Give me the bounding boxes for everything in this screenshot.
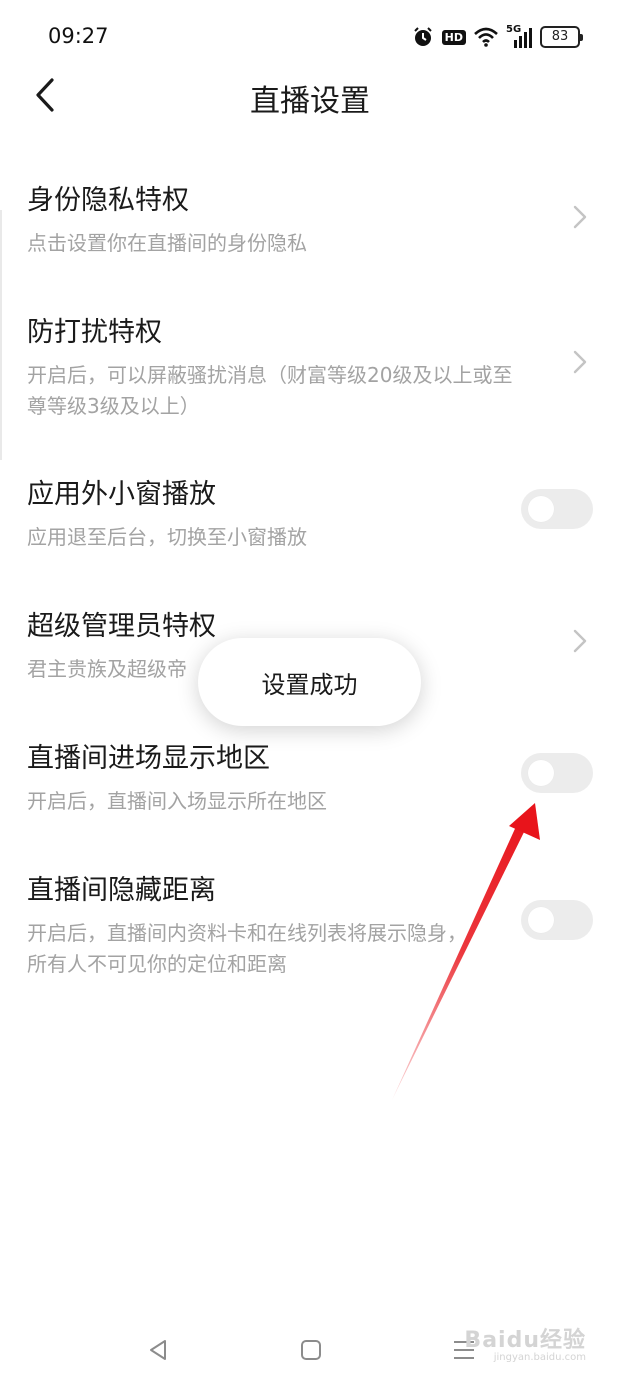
setting-identity-privacy[interactable]: 身份隐私特权 点击设置你在直播间的身份隐私 bbox=[0, 178, 620, 278]
hide-distance-toggle[interactable] bbox=[521, 900, 593, 940]
setting-description: 开启后，直播间入场显示所在地区 bbox=[27, 789, 327, 813]
entry-region-toggle[interactable] bbox=[521, 753, 593, 793]
setting-description: 点击设置你在直播间的身份隐私 bbox=[27, 231, 307, 255]
chevron-right-icon bbox=[573, 205, 587, 229]
nav-home-button[interactable] bbox=[291, 1330, 331, 1370]
setting-description: 开启后，直播间内资料卡和在线列表将展示隐身，所有人不可见你的定位和距离 bbox=[27, 921, 467, 976]
toggle-knob bbox=[528, 760, 554, 786]
toast-message: 设置成功 bbox=[198, 638, 421, 726]
alarm-icon bbox=[412, 26, 434, 48]
chevron-right-icon bbox=[573, 350, 587, 374]
back-triangle-icon bbox=[150, 1340, 166, 1360]
header: 直播设置 bbox=[0, 60, 620, 130]
setting-description: 应用退至后台，切换至小窗播放 bbox=[27, 525, 307, 549]
setting-title: 身份隐私特权 bbox=[27, 185, 189, 216]
wifi-icon bbox=[474, 27, 498, 47]
setting-entry-region: 直播间进场显示地区 开启后，直播间入场显示所在地区 bbox=[0, 736, 620, 836]
chevron-right-icon bbox=[573, 629, 587, 653]
setting-pip-playback: 应用外小窗播放 应用退至后台，切换至小窗播放 bbox=[0, 472, 620, 572]
toggle-knob bbox=[528, 496, 554, 522]
toggle-knob bbox=[528, 907, 554, 933]
setting-title: 超级管理员特权 bbox=[27, 611, 216, 642]
status-time: 09:27 bbox=[48, 24, 109, 48]
5g-signal-icon: 5G bbox=[506, 24, 532, 48]
setting-title: 直播间隐藏距离 bbox=[27, 875, 216, 906]
setting-title: 应用外小窗播放 bbox=[27, 479, 216, 510]
setting-title: 防打扰特权 bbox=[27, 317, 162, 348]
page-title: 直播设置 bbox=[250, 84, 370, 119]
battery-indicator: 83 bbox=[540, 26, 583, 48]
status-icons: HD 5G 83 bbox=[412, 24, 583, 50]
pip-playback-toggle[interactable] bbox=[521, 489, 593, 529]
setting-hide-distance: 直播间隐藏距离 开启后，直播间内资料卡和在线列表将展示隐身，所有人不可见你的定位… bbox=[0, 868, 620, 988]
watermark: Baidu经验 jingyan.baidu.com bbox=[464, 1322, 586, 1363]
setting-description: 开启后，可以屏蔽骚扰消息（财富等级20级及以上或至尊等级3级及以上） bbox=[27, 363, 513, 418]
home-square-icon bbox=[301, 1340, 321, 1360]
setting-do-not-disturb[interactable]: 防打扰特权 开启后，可以屏蔽骚扰消息（财富等级20级及以上或至尊等级3级及以上） bbox=[0, 310, 620, 430]
setting-title: 直播间进场显示地区 bbox=[27, 743, 270, 774]
hd-icon: HD bbox=[441, 29, 466, 45]
nav-back-button[interactable] bbox=[138, 1330, 178, 1370]
watermark-main: Baidu经验 bbox=[464, 1328, 586, 1353]
